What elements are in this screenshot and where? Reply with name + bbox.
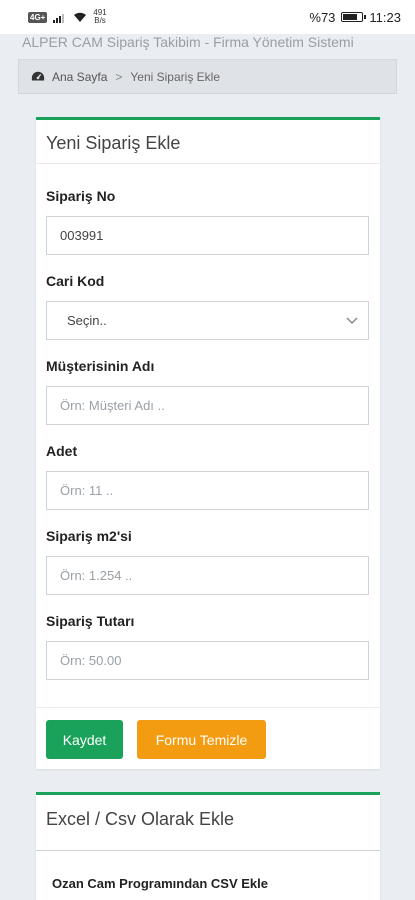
customer-name-group: Müşterisinin Adı [46,356,370,441]
clock: 11:23 [369,9,401,25]
signal-icon [53,13,65,23]
battery-percent: %73 [309,9,336,25]
status-bar-left: 4G+ 491 B/s [28,9,107,25]
battery-fill [343,14,357,20]
order-form-title: Yeni Sipariş Ekle [36,120,380,164]
amount-input[interactable] [46,641,369,680]
dashboard-icon [31,71,45,80]
amount-label: Sipariş Tutarı [46,613,135,629]
network-speed: 491 B/s [93,9,106,25]
account-code-select[interactable]: Seçin.. [46,301,369,340]
order-form-card: Yeni Sipariş Ekle Sipariş No Cari Kod Se… [36,117,380,769]
quantity-input[interactable] [46,471,369,510]
account-code-label: Cari Kod [46,273,105,289]
sim-badge: 4G+ [28,11,48,23]
account-code-group: Cari Kod Seçin.. [46,271,370,356]
order-no-input[interactable] [46,216,369,255]
csv-import-title: Ozan Cam Programından CSV Ekle [52,876,269,891]
status-bar: 4G+ 491 B/s %73 11:23 [0,0,415,34]
save-button[interactable]: Kaydet [46,720,123,759]
area-m2-group: Sipariş m2'si [46,526,370,611]
amount-group: Sipariş Tutarı [46,611,370,696]
breadcrumb-current: Yeni Sipariş Ekle [130,69,220,84]
import-title: Excel / Csv Olarak Ekle [46,809,235,829]
breadcrumb: Ana Sayfa > Yeni Sipariş Ekle [18,59,397,94]
area-m2-label: Sipariş m2'si [46,528,132,544]
order-no-group: Sipariş No [46,186,370,271]
status-bar-right: %73 11:23 [309,10,401,25]
app-title: ALPER CAM Sipariş Takibim - Firma Yöneti… [22,34,354,50]
area-m2-input[interactable] [46,556,369,595]
order-form-footer: Kaydet Formu Temizle [36,707,380,772]
order-no-label: Sipariş No [46,188,116,204]
chevron-down-icon [346,316,358,324]
order-form-body: Sipariş No Cari Kod Seçin.. Müşterisinin… [36,164,380,696]
speed-unit: B/s [94,16,106,25]
import-card: Excel / Csv Olarak Ekle Ozan Cam Program… [36,792,380,900]
quantity-group: Adet [46,441,370,526]
quantity-label: Adet [46,443,78,459]
breadcrumb-separator: > [115,69,123,84]
battery-icon [341,12,367,22]
account-code-selected: Seçin.. [67,313,107,328]
customer-name-input[interactable] [46,386,369,425]
customer-name-label: Müşterisinin Adı [46,358,155,374]
breadcrumb-home-link[interactable]: Ana Sayfa [52,70,107,84]
csv-import-subcard: Ozan Cam Programından CSV Ekle [36,850,380,900]
wifi-icon [74,12,87,22]
clear-form-button[interactable]: Formu Temizle [137,720,266,759]
